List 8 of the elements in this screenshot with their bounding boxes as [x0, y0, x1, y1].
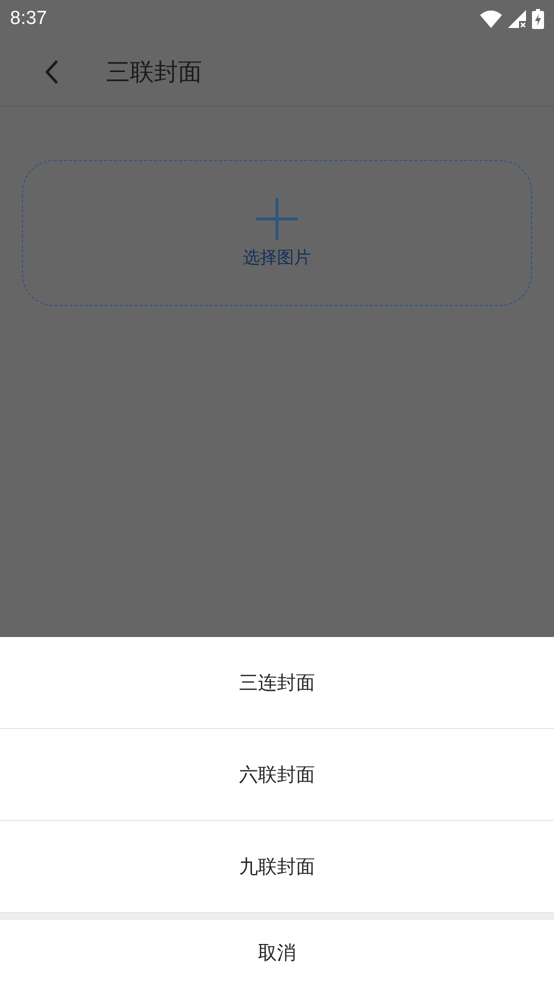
signal-icon — [508, 10, 526, 28]
battery-icon — [532, 9, 544, 29]
plus-icon — [256, 198, 298, 240]
wifi-icon — [480, 10, 502, 28]
sheet-option[interactable]: 三连封面 — [0, 637, 554, 729]
status-time: 8:37 — [10, 8, 47, 30]
picker-label: 选择图片 — [243, 246, 311, 268]
page-title: 三联封面 — [106, 57, 202, 88]
